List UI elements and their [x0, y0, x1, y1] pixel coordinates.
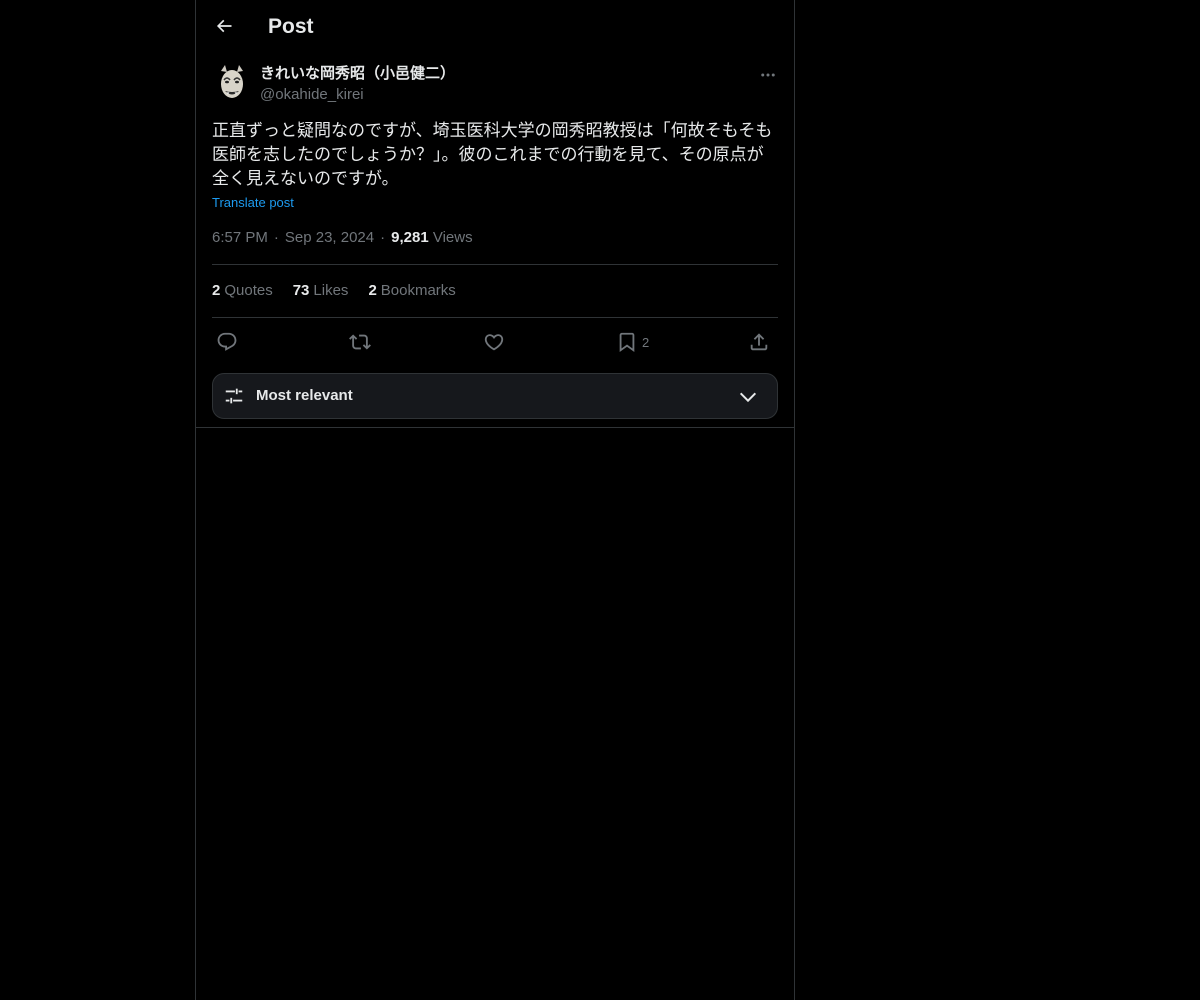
page-header: Post — [196, 0, 794, 53]
bookmark-button[interactable]: 2 — [616, 328, 649, 356]
reply-sort-dropdown[interactable]: Most relevant — [212, 373, 778, 419]
separator-dot: · — [380, 229, 386, 246]
more-options-button[interactable] — [754, 63, 782, 87]
bookmarks-count: 2 — [368, 282, 377, 299]
share-icon — [750, 333, 768, 351]
share-button[interactable] — [748, 328, 770, 356]
post-text: 正直ずっと疑問なのですが、埼玉医科大学の岡秀昭教授は「何故そもそも 医師を志した… — [212, 121, 773, 189]
back-button[interactable] — [208, 10, 240, 42]
divider — [212, 264, 778, 265]
author-display-name[interactable]: きれいな岡秀昭（小邑健二） — [260, 64, 455, 84]
likes-count: 73 — [292, 282, 310, 299]
bookmark-count: 2 — [642, 334, 650, 350]
quotes-stat[interactable]: 2 Quotes — [212, 281, 273, 301]
bookmark-icon — [619, 332, 635, 353]
primary-column: Post きれいな岡秀昭（小邑健二） @okahide_kirei 正直ずっと疑… — [195, 0, 795, 1000]
heart-icon — [484, 334, 504, 351]
post-time[interactable]: 6:57 PM — [212, 229, 268, 246]
avatar[interactable] — [212, 62, 252, 102]
arrow-left-icon — [216, 19, 232, 33]
divider — [212, 317, 778, 318]
post-actions: 2 — [212, 328, 778, 356]
quotes-count: 2 — [212, 282, 221, 299]
reply-button[interactable] — [216, 328, 238, 356]
author-handle[interactable]: @okahide_kirei — [260, 85, 364, 105]
views-count: 9,281 — [391, 229, 429, 246]
post-metadata: 6:57 PM · Sep 23, 2024 · 9,281 Views — [212, 228, 473, 248]
chevron-down-icon — [739, 392, 757, 403]
likes-stat[interactable]: 73 Likes — [293, 281, 349, 301]
divider — [196, 427, 794, 428]
repost-button[interactable] — [349, 328, 371, 356]
bookmarks-label: Bookmarks — [380, 282, 456, 299]
views-label: Views — [432, 229, 473, 246]
separator-dot: · — [273, 229, 279, 246]
sliders-icon — [225, 388, 243, 404]
page-title: Post — [268, 15, 314, 38]
likes-label: Likes — [313, 282, 349, 299]
repost-icon — [349, 334, 371, 350]
quotes-label: Quotes — [224, 282, 273, 299]
post-date[interactable]: Sep 23, 2024 — [285, 229, 374, 246]
bookmarks-stat[interactable]: 2 Bookmarks — [368, 281, 455, 301]
translate-post-link[interactable]: Translate post — [212, 194, 294, 212]
more-horizontal-icon — [761, 73, 775, 77]
sort-label: Most relevant — [256, 387, 353, 404]
like-button[interactable] — [483, 328, 505, 356]
noh-mask-avatar-icon — [212, 62, 252, 102]
engagement-stats: 2 Quotes 73 Likes 2 Bookmarks — [212, 281, 456, 301]
reply-icon — [217, 332, 237, 351]
